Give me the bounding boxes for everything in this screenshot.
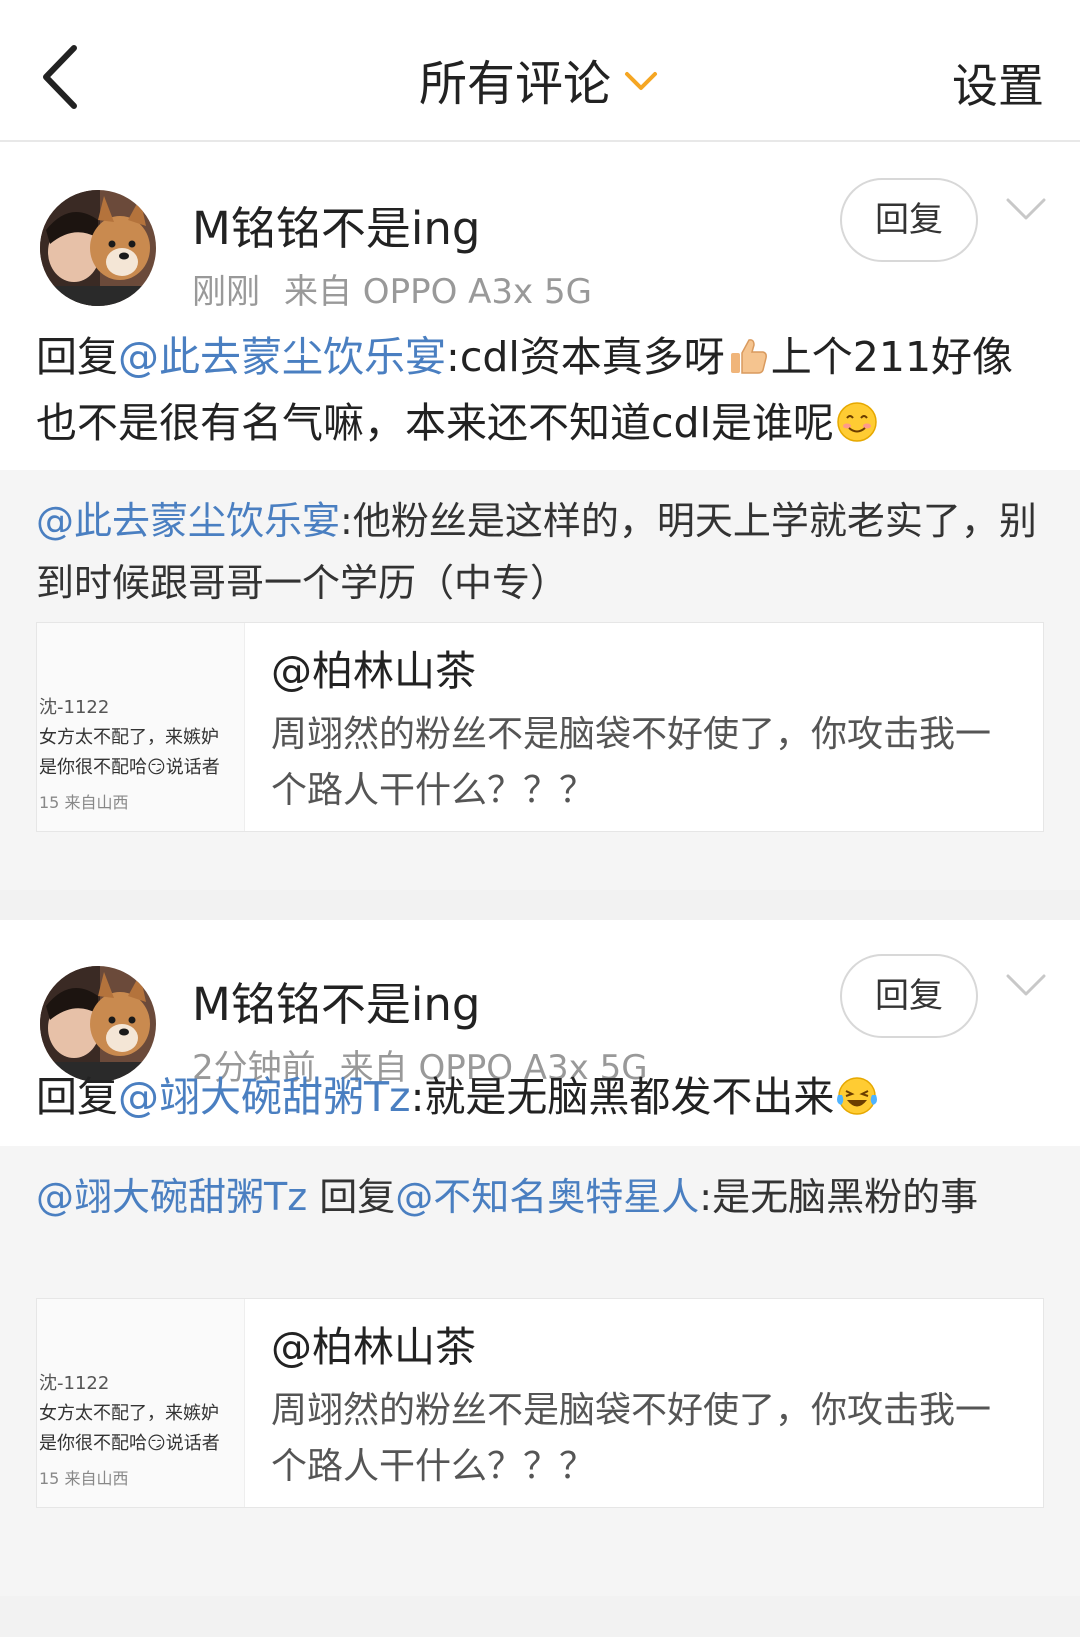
thumbnail-text: 是你很不配哈😏说话者: [39, 757, 220, 778]
comment-body: :cdl资本真多呀: [446, 333, 725, 381]
mention-link[interactable]: @此去蒙尘饮乐宴: [36, 499, 340, 543]
divider: [0, 1596, 1080, 1637]
mention-link[interactable]: @翊大碗甜粥Tz: [36, 1175, 307, 1219]
embedded-post-author[interactable]: @柏林山茶: [271, 637, 476, 697]
thumbnail-text: 女方太不配了，来嫉妒: [39, 727, 219, 748]
divider: [0, 890, 1080, 920]
laughing-tears-emoji-icon: [837, 1077, 878, 1115]
mention-link[interactable]: @此去蒙尘饮乐宴: [118, 333, 446, 381]
quote-text: @此去蒙尘饮乐宴:他粉丝是这样的，明天上学就老实了，别到时候跟哥哥一个学历（中专…: [36, 490, 1044, 614]
comment-body: :就是无脑黑都发不出来: [410, 1073, 835, 1121]
quoted-comment[interactable]: @此去蒙尘饮乐宴:他粉丝是这样的，明天上学就老实了，别到时候跟哥哥一个学历（中专…: [0, 470, 1080, 890]
comment-filter-dropdown[interactable]: 所有评论: [0, 44, 1080, 114]
embedded-post-author[interactable]: @柏林山茶: [271, 1313, 476, 1373]
reply-prefix: 回复: [36, 333, 118, 381]
comment-text: 回复@翊大碗甜粥Tz:就是无脑黑都发不出来: [36, 1064, 1052, 1130]
thumbnail-text: 女方太不配了，来嫉妒: [39, 1403, 219, 1424]
quote-body: :是无脑黑粉的事: [699, 1175, 979, 1219]
settings-button[interactable]: 设置: [952, 50, 1044, 116]
comment-card: M铭铭不是ing 刚刚 来自 OPPO A3x 5G 回复 回复@此去蒙尘饮乐宴:…: [0, 144, 1080, 890]
thumbnail-text: 沈-1122: [39, 1373, 110, 1394]
embedded-post-text: 周翊然的粉丝不是脑袋不好使了，你攻击我一个路人干什么？？？: [271, 714, 992, 811]
embedded-post-card[interactable]: 沈-1122 女方太不配了，来嫉妒 是你很不配哈😏说话者 15 来自山西 @柏林…: [36, 622, 1044, 832]
thumbnail-text: 15 来自山西: [39, 793, 129, 812]
reply-prefix: 回复: [36, 1073, 118, 1121]
thumbnail-text: 是你很不配哈😏说话者: [39, 1433, 220, 1454]
timestamp: 刚刚: [192, 272, 260, 312]
embedded-post-card[interactable]: 沈-1122 女方太不配了，来嫉妒 是你很不配哈😏说话者 15 来自山西 @柏林…: [36, 1298, 1044, 1508]
top-bar: 所有评论 设置: [0, 0, 1080, 142]
post-thumbnail: 沈-1122 女方太不配了，来嫉妒 是你很不配哈😏说话者 15 来自山西: [37, 1299, 245, 1507]
quote-text: @翊大碗甜粥Tz 回复@不知名奥特星人:是无脑黑粉的事: [36, 1166, 1044, 1228]
username[interactable]: M铭铭不是ing: [192, 968, 480, 1033]
username[interactable]: M铭铭不是ing: [192, 192, 480, 257]
post-thumbnail: 沈-1122 女方太不配了，来嫉妒 是你很不配哈😏说话者 15 来自山西: [37, 623, 245, 831]
chevron-down-icon: [625, 72, 657, 90]
avatar[interactable]: [40, 190, 156, 306]
mention-link[interactable]: @翊大碗甜粥Tz: [118, 1073, 411, 1121]
comment-meta: 刚刚 来自 OPPO A3x 5G: [192, 264, 592, 313]
chevron-down-icon[interactable]: [1004, 194, 1048, 224]
smile-emoji-icon: [837, 402, 877, 442]
thumbnail-text: 沈-1122: [39, 697, 110, 718]
mention-link[interactable]: @不知名奥特星人: [395, 1175, 699, 1219]
comment-text: 回复@此去蒙尘饮乐宴:cdl资本真多呀 上个211好像也不是很有名气嘛，本来还不知…: [36, 324, 1052, 456]
quoted-comment[interactable]: @翊大碗甜粥Tz 回复@不知名奥特星人:是无脑黑粉的事 沈-1122 女方太不配…: [0, 1146, 1080, 1596]
reply-prefix: 回复: [307, 1175, 396, 1219]
chevron-down-icon[interactable]: [1004, 970, 1048, 1000]
reply-button[interactable]: 回复: [840, 954, 978, 1038]
reply-button[interactable]: 回复: [840, 178, 978, 262]
comment-card: M铭铭不是ing 2分钟前 来自 OPPO A3x 5G 回复 回复@翊大碗甜粥T…: [0, 920, 1080, 1596]
thumbnail-text: 15 来自山西: [39, 1469, 129, 1488]
thumbs-up-emoji-icon: [730, 339, 767, 374]
page-title: 所有评论: [418, 56, 611, 112]
embedded-post-text: 周翊然的粉丝不是脑袋不好使了，你攻击我一个路人干什么？？？: [271, 1390, 992, 1487]
device-source: 来自 OPPO A3x 5G: [284, 272, 592, 312]
